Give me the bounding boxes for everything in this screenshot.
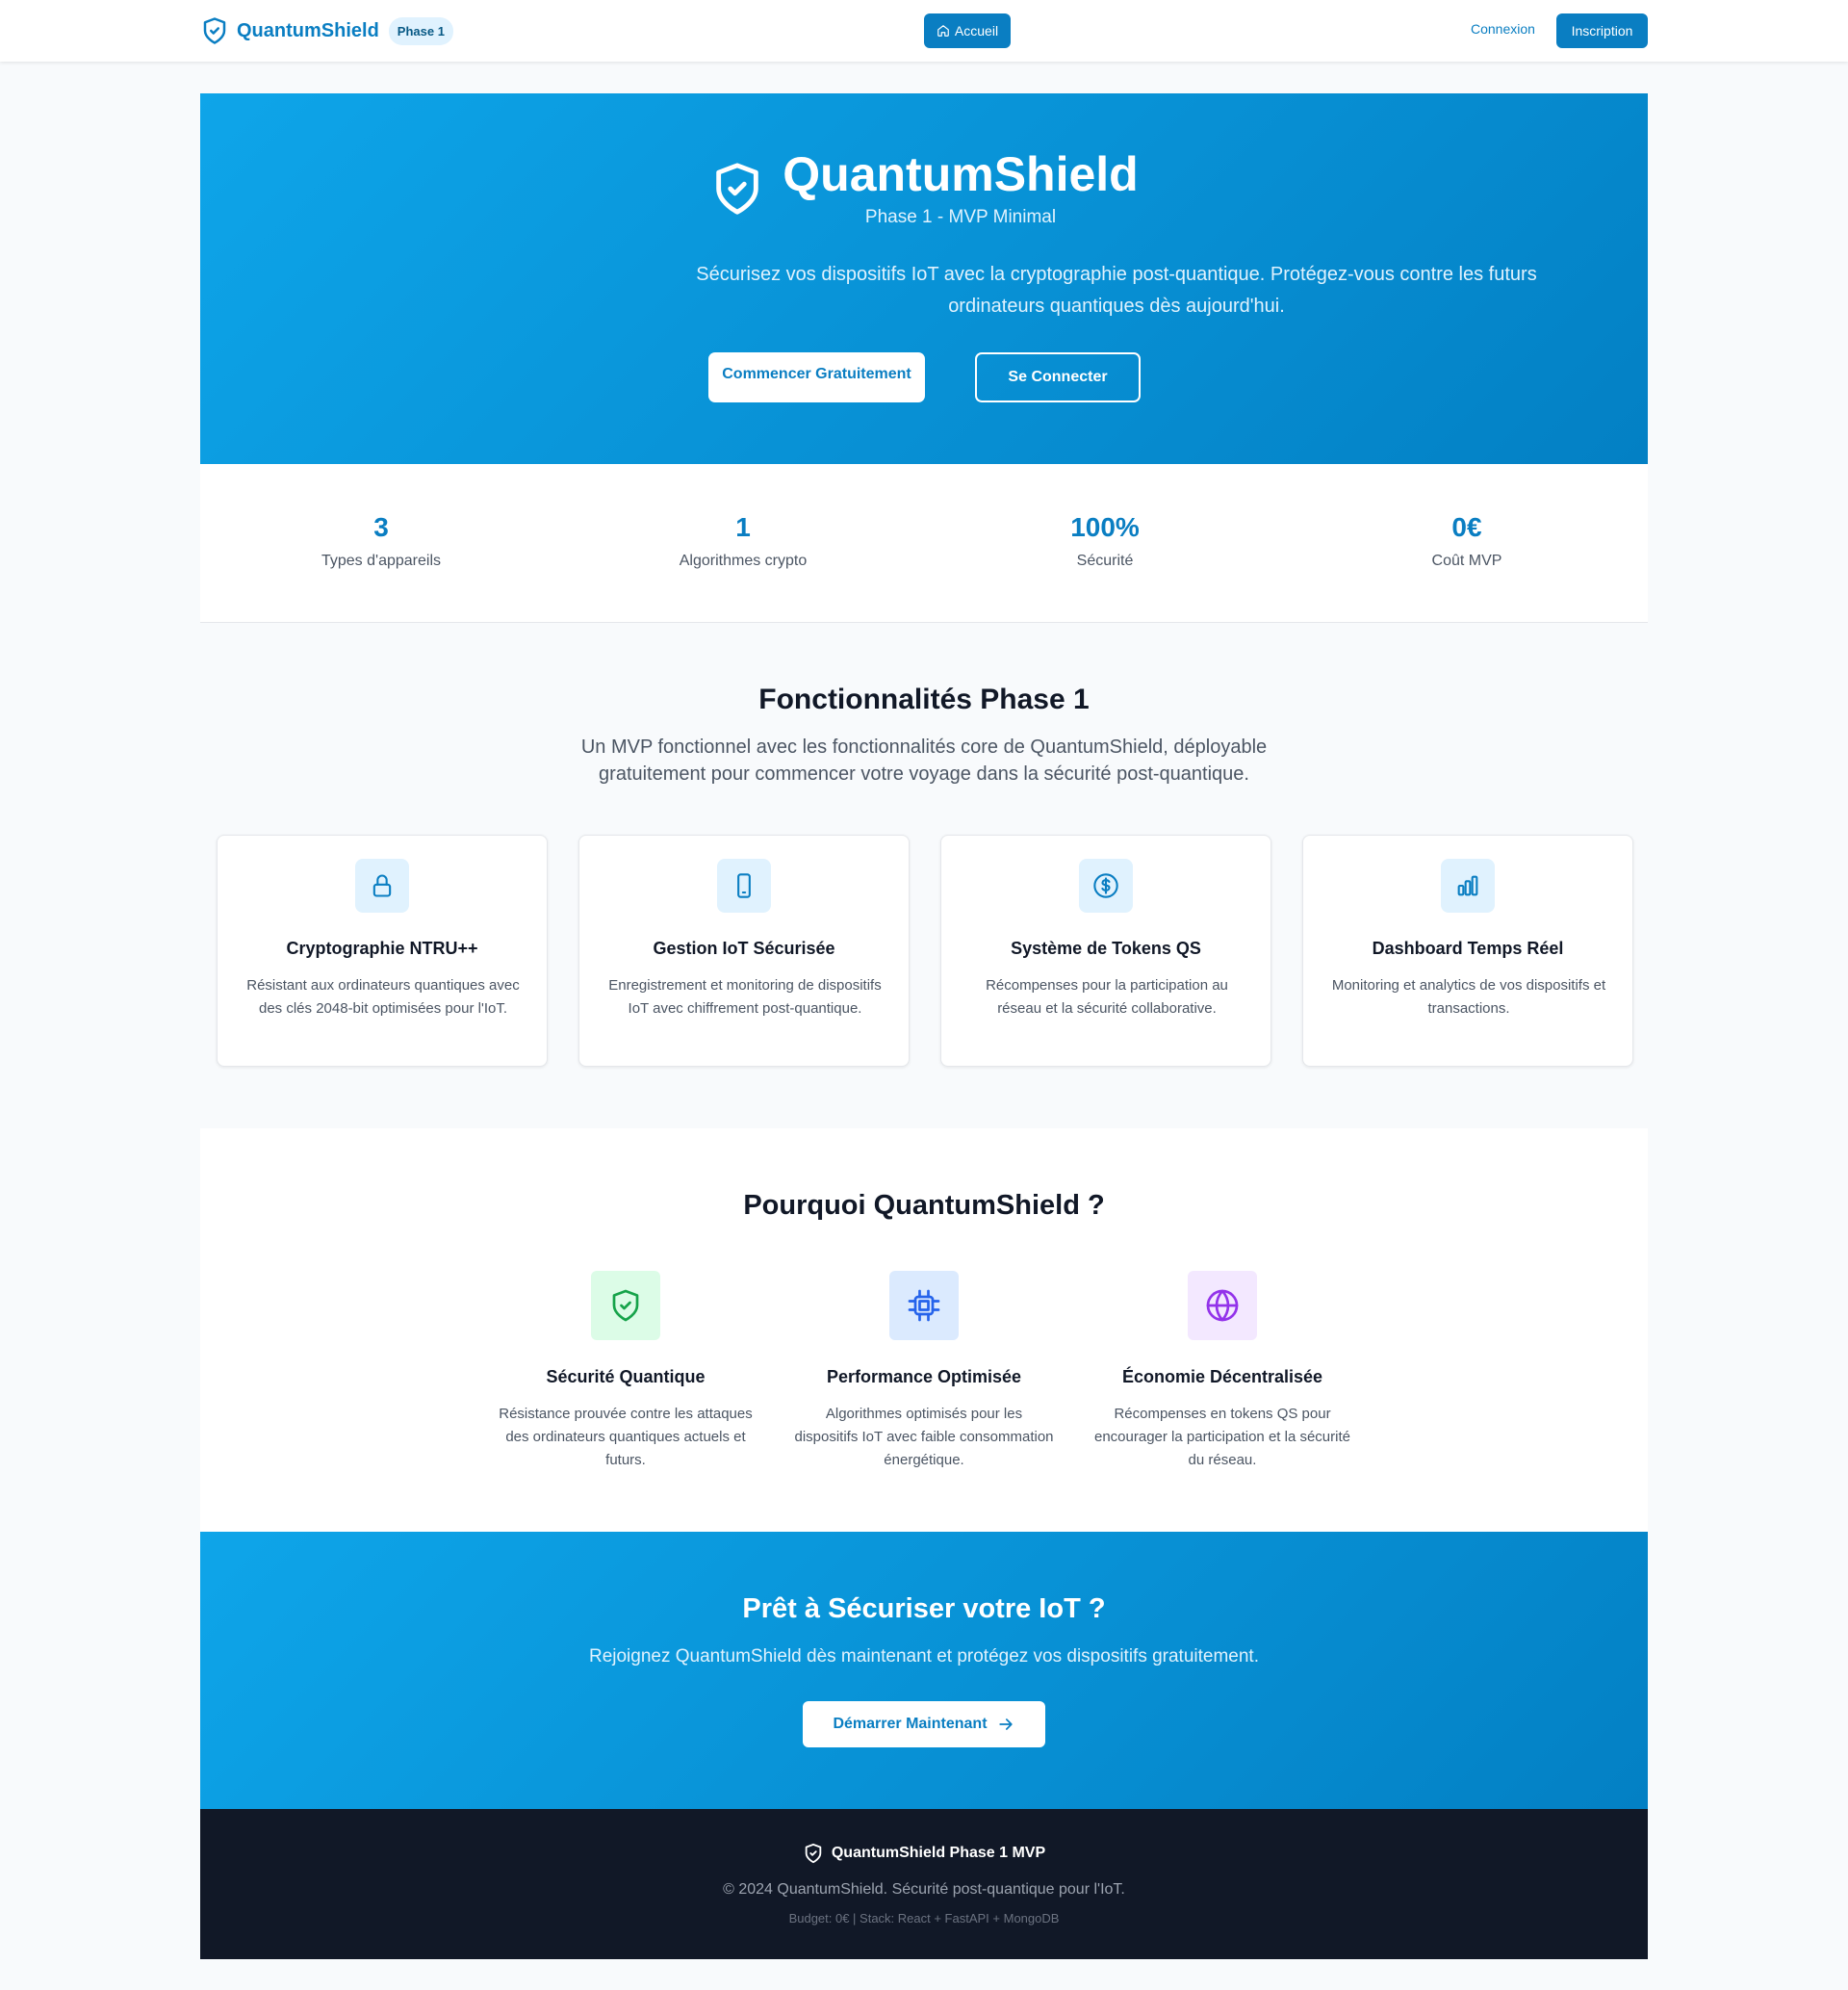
start-free-button[interactable]: Commencer Gratuitement xyxy=(708,352,925,402)
cta-section: Prêt à Sécuriser votre IoT ? Rejoignez Q… xyxy=(200,1532,1648,1809)
why-item-quantum-security: Sécurité Quantique Résistance prouvée co… xyxy=(496,1271,756,1472)
stat-value: 0€ xyxy=(1451,512,1482,542)
shield-check-icon xyxy=(716,163,759,215)
feature-title: Gestion IoT Sécurisée xyxy=(653,939,835,958)
feature-title: Cryptographie NTRU++ xyxy=(286,939,478,958)
why-item-performance: Performance Optimisée Algorithmes optimi… xyxy=(794,1271,1054,1472)
brand-name: QuantumShield xyxy=(237,19,379,41)
stat-value: 3 xyxy=(373,512,389,542)
why-item-description: Récompenses en tokens QS pour encourager… xyxy=(1094,1406,1350,1468)
bar-chart-icon xyxy=(1441,859,1495,913)
footer-brand-label: QuantumShield Phase 1 MVP xyxy=(831,1845,1046,1861)
feature-card-crypto: Cryptographie NTRU++ Résistant aux ordin… xyxy=(217,835,548,1067)
nav-home-label: Accueil xyxy=(954,23,999,39)
dollar-circle-icon xyxy=(1079,859,1133,913)
stat-device-types: 3 Types d'appareils xyxy=(200,512,562,570)
arrow-right-icon xyxy=(998,1719,1013,1730)
footer: QuantumShield Phase 1 MVP © 2024 Quantum… xyxy=(200,1809,1648,1959)
why-item-title: Performance Optimisée xyxy=(826,1367,1022,1386)
why-item-economy: Économie Décentralisée Récompenses en to… xyxy=(1092,1271,1352,1472)
smartphone-icon xyxy=(717,859,771,913)
feature-title: Système de Tokens QS xyxy=(1011,939,1201,958)
why-item-description: Algorithmes optimisés pour les dispositi… xyxy=(794,1406,1054,1468)
hero-title-row: QuantumShield Phase 1 - MVP Minimal xyxy=(200,145,1648,228)
stat-label: Types d'appareils xyxy=(321,553,441,569)
hero-description: Sécurisez vos dispositifs IoT avec la cr… xyxy=(696,264,1537,317)
stats-section: 3 Types d'appareils 1 Algorithmes crypto… xyxy=(200,464,1648,623)
start-now-button[interactable]: Démarrer Maintenant xyxy=(803,1701,1045,1747)
start-now-label: Démarrer Maintenant xyxy=(833,1716,988,1732)
hero-title: QuantumShield xyxy=(783,147,1139,201)
signup-label: Inscription xyxy=(1571,23,1633,39)
stat-mvp-cost: 0€ Coût MVP xyxy=(1286,512,1648,570)
why-item-title: Économie Décentralisée xyxy=(1121,1367,1323,1386)
stat-security: 100% Sécurité xyxy=(924,512,1286,570)
sign-in-button[interactable]: Se Connecter xyxy=(975,352,1141,402)
start-free-label: Commencer Gratuitement xyxy=(722,366,911,382)
stat-label: Coût MVP xyxy=(1431,553,1502,569)
stat-label: Algorithmes crypto xyxy=(679,553,808,569)
why-section: Pourquoi QuantumShield ? Sécurité Quanti… xyxy=(200,1128,1648,1532)
lock-icon xyxy=(355,859,409,913)
shield-check-icon xyxy=(200,16,229,45)
hero-subtitle: Phase 1 - MVP Minimal xyxy=(864,207,1057,227)
why-title: Pourquoi QuantumShield ? xyxy=(743,1190,1105,1221)
feature-description: Récompenses pour la participation au rés… xyxy=(986,977,1228,1017)
cta-title: Prêt à Sécuriser votre IoT ? xyxy=(742,1593,1106,1624)
hero-section: QuantumShield Phase 1 - MVP Minimal Sécu… xyxy=(200,93,1648,464)
why-item-title: Sécurité Quantique xyxy=(546,1367,706,1386)
features-title: Fonctionnalités Phase 1 xyxy=(758,684,1090,715)
stat-value: 100% xyxy=(1070,512,1140,542)
brand-logo[interactable]: QuantumShield Phase 1 xyxy=(200,14,453,47)
top-navbar: QuantumShield Phase 1 Accueil Connexion … xyxy=(0,0,1848,62)
footer-stack-info: Budget: 0€ | Stack: React + FastAPI + Mo… xyxy=(788,1911,1060,1925)
home-icon xyxy=(937,25,949,37)
phase-badge: Phase 1 xyxy=(388,16,453,45)
shield-check-icon xyxy=(805,1843,822,1864)
cpu-icon xyxy=(889,1271,959,1340)
cta-subtitle: Rejoignez QuantumShield dès maintenant e… xyxy=(588,1646,1259,1667)
features-subtitle: Un MVP fonctionnel avec les fonctionnali… xyxy=(580,737,1268,785)
feature-title: Dashboard Temps Réel xyxy=(1372,939,1564,958)
login-link[interactable]: Connexion xyxy=(1471,21,1535,37)
feature-description: Enregistrement et monitoring de disposit… xyxy=(608,977,882,1017)
feature-card-iot: Gestion IoT Sécurisée Enregistrement et … xyxy=(578,835,910,1067)
signup-button[interactable]: Inscription xyxy=(1556,13,1648,48)
feature-description: Résistant aux ordinateurs quantiques ave… xyxy=(246,977,520,1017)
footer-copyright: © 2024 QuantumShield. Sécurité post-quan… xyxy=(723,1881,1125,1898)
feature-card-dashboard: Dashboard Temps Réel Monitoring et analy… xyxy=(1302,835,1633,1067)
feature-description: Monitoring et analytics de vos dispositi… xyxy=(1331,977,1606,1017)
stat-crypto-algorithms: 1 Algorithmes crypto xyxy=(562,512,924,570)
nav-home-button[interactable]: Accueil xyxy=(924,13,1011,48)
stat-label: Sécurité xyxy=(1076,553,1134,569)
why-item-description: Résistance prouvée contre les attaques d… xyxy=(499,1406,753,1468)
globe-icon xyxy=(1188,1271,1257,1340)
feature-card-tokens: Système de Tokens QS Récompenses pour la… xyxy=(940,835,1271,1067)
shield-check-icon xyxy=(591,1271,660,1340)
footer-brand: QuantumShield Phase 1 MVP xyxy=(200,1843,1648,1864)
stat-value: 1 xyxy=(735,512,751,542)
sign-in-label: Se Connecter xyxy=(1008,369,1108,385)
